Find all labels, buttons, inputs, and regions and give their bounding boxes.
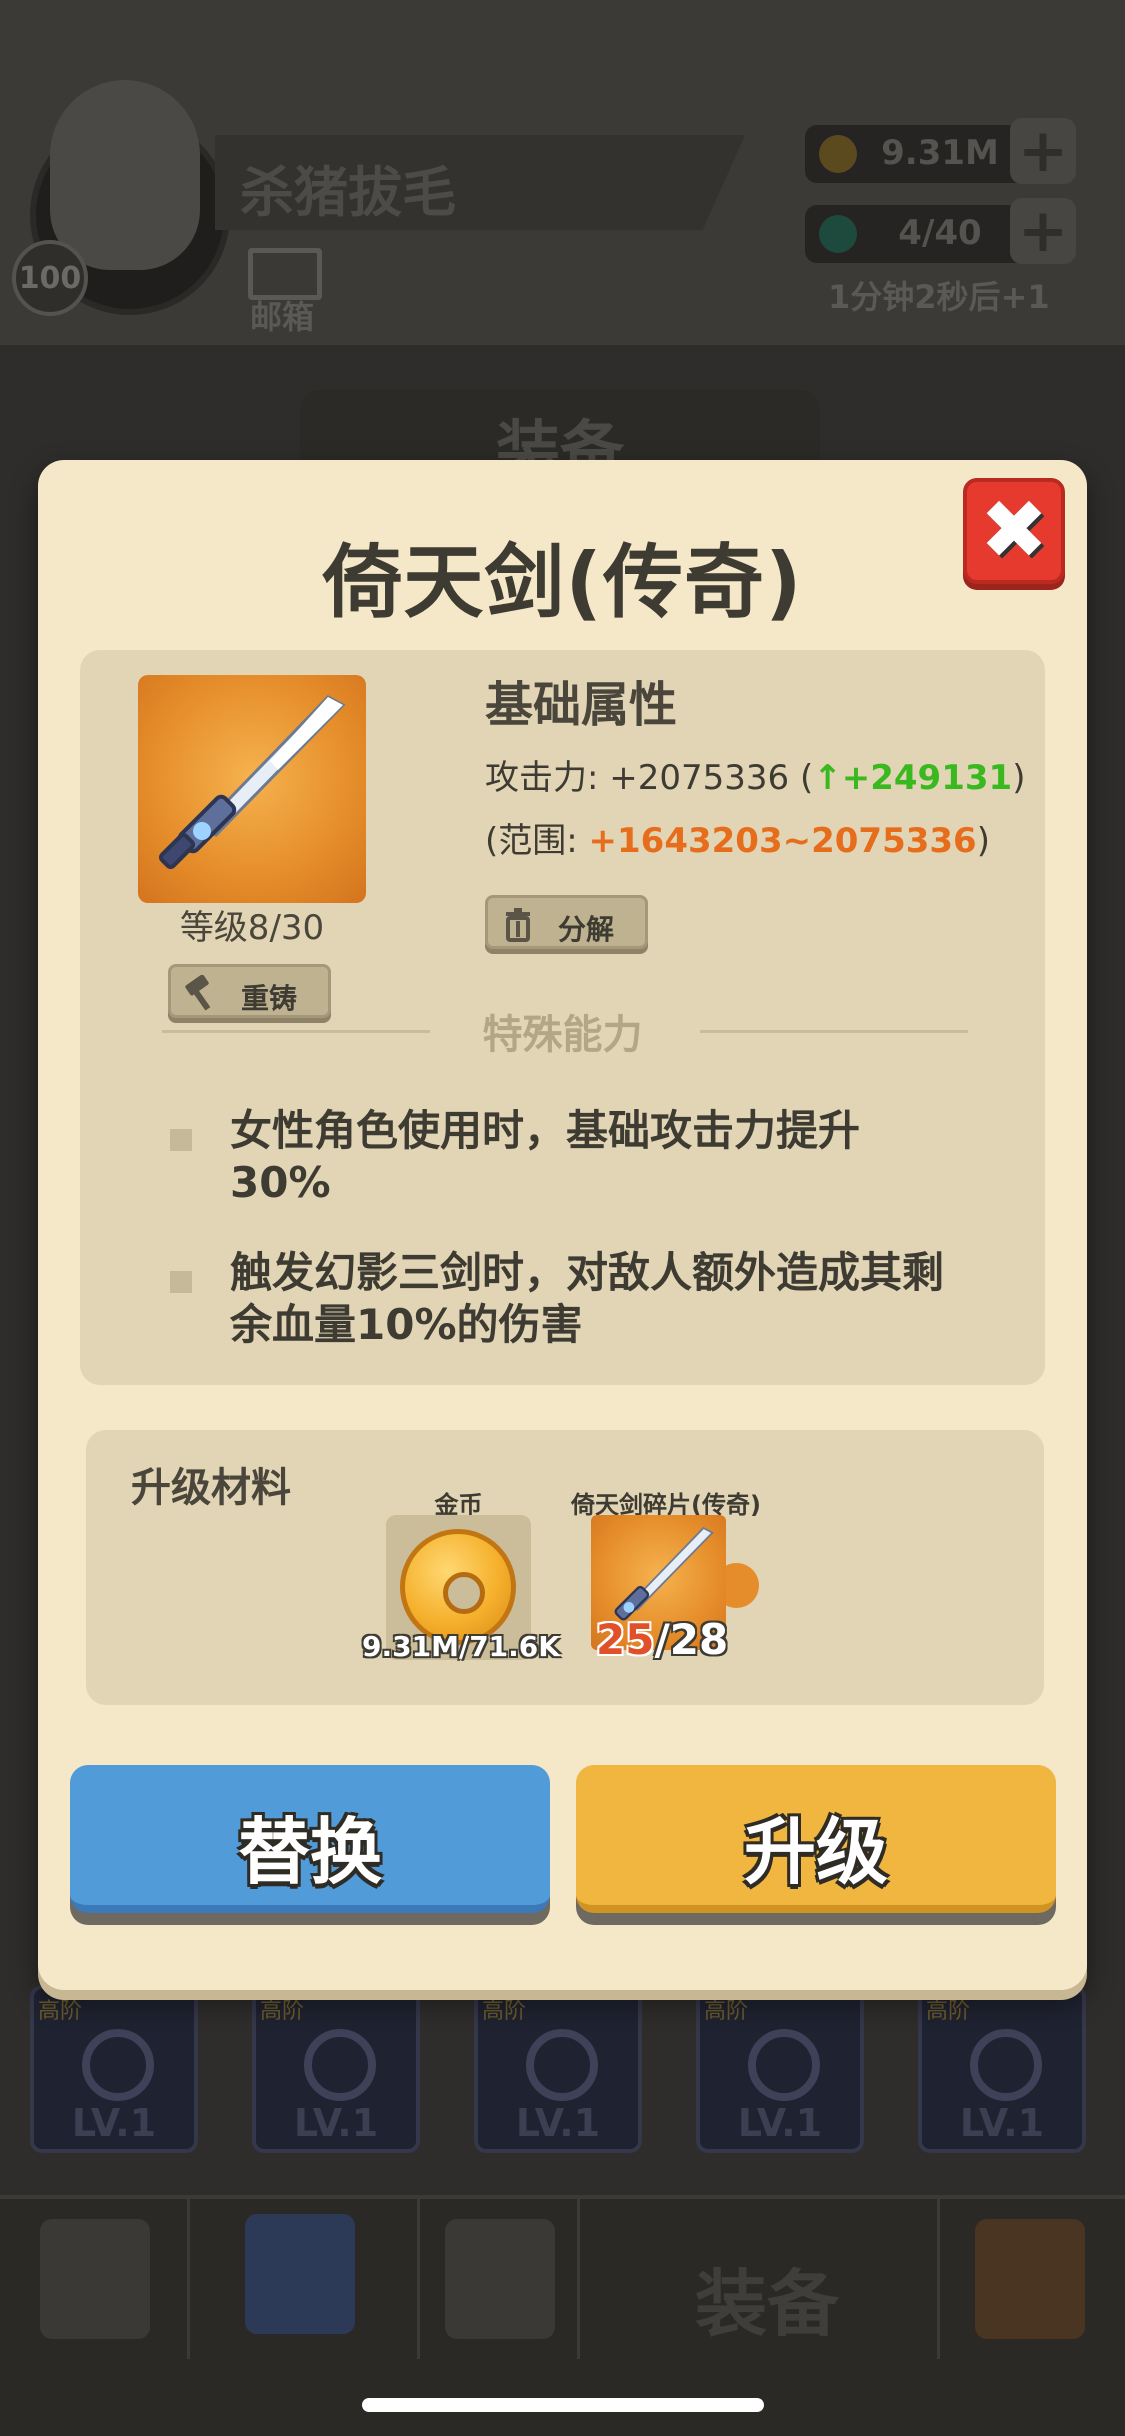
slot-tag: 高阶: [260, 1999, 305, 2024]
info-panel: 等级8/30 重铸 基础属性 攻击力: +2075336 (↑+249131) …: [80, 650, 1045, 1385]
crossed-swords-icon: [445, 2219, 555, 2339]
special-ability-heading: 特殊能力: [482, 1012, 643, 1058]
attack-increase: +249131: [841, 758, 1013, 798]
slot-tag: 高阶: [704, 1999, 749, 2024]
chest-icon: [975, 2219, 1085, 2339]
slot-level: LV.1: [293, 2101, 379, 2145]
slot-level: LV.1: [515, 2101, 601, 2145]
necklace-icon: [82, 2029, 154, 2101]
close-icon: ✖: [979, 483, 1049, 578]
sword-icon: [158, 695, 346, 870]
disassemble-button[interactable]: 分解: [485, 895, 648, 949]
player-level-badge: 100: [12, 240, 88, 316]
coin-count: 9.31M/71.6K: [362, 1630, 560, 1663]
amulet-icon: [970, 2029, 1042, 2101]
range-line: (范围: +1643203~2075336): [485, 813, 990, 862]
bullet-icon: [170, 1129, 192, 1151]
ring-icon: [748, 2029, 820, 2101]
ring-icon: [526, 2029, 598, 2101]
nav-tab-battle[interactable]: [420, 2199, 580, 2359]
range-prefix: (范围:: [485, 821, 589, 861]
up-arrow-icon: ↑: [813, 758, 842, 798]
nav-tab-cultivate[interactable]: [190, 2199, 420, 2359]
close-button[interactable]: ✖: [963, 478, 1065, 584]
trash-icon: [506, 908, 530, 942]
materials-panel: 升级材料 金币 9.31M/71.6K 倚天剑碎片(传奇) 25/28: [86, 1430, 1044, 1705]
nav-tab-task[interactable]: [0, 2199, 190, 2359]
avatar-face-icon: [50, 80, 200, 270]
item-level: 等级8/30: [179, 908, 325, 948]
bullet-icon: [170, 1271, 192, 1293]
equipment-slot[interactable]: 高阶 LV.1: [474, 1985, 642, 2153]
equipment-slot[interactable]: 高阶 LV.1: [252, 1985, 420, 2153]
gold-coin-icon: [400, 1529, 516, 1645]
equipment-slot[interactable]: 高阶 LV.1: [918, 1985, 1086, 2153]
attack-line: 攻击力: +2075336 (↑+249131): [485, 750, 1025, 799]
replace-button[interactable]: 替换: [70, 1765, 550, 1913]
add-stamina-button[interactable]: +: [1010, 198, 1076, 264]
disassemble-label: 分解: [558, 913, 615, 946]
stamina-bar: 4/40: [805, 205, 1045, 263]
home-indicator[interactable]: [362, 2398, 764, 2412]
slot-level: LV.1: [71, 2101, 157, 2145]
ability-text: 触发幻影三剑时，对敌人额外造成其剩余血量10%的伤害: [230, 1248, 945, 1349]
range-value: +1643203~2075336: [588, 821, 977, 861]
equipment-slots: 高阶 LV.1 高阶 LV.1 高阶 LV.1 高阶 LV.1 高阶 LV.1: [0, 1985, 1125, 2185]
range-suffix: ): [976, 821, 990, 861]
nav-tab-collect[interactable]: [940, 2199, 1125, 2359]
item-detail-modal: 倚天剑(传奇) ✖ 等级8/30 重铸 基础属性 攻击力: +2075336 (…: [38, 460, 1087, 1990]
shard-need: /28: [654, 1615, 729, 1664]
slot-tag: 高阶: [38, 1999, 83, 2024]
gold-coin-icon: [819, 135, 857, 173]
mail-label[interactable]: 邮箱: [250, 292, 314, 338]
slot-tag: 高阶: [482, 1999, 527, 2024]
necklace-icon: [304, 2029, 376, 2101]
materials-heading: 升级材料: [131, 1465, 291, 1511]
shard-count: 25/28: [596, 1615, 728, 1664]
upgrade-label: 升级: [743, 1810, 888, 1894]
slot-level: LV.1: [737, 2101, 823, 2145]
slot-level: LV.1: [959, 2101, 1045, 2145]
ability-text: 女性角色使用时，基础攻击力提升30%: [230, 1106, 861, 1207]
stamina-timer: 1分钟2秒后+1: [828, 278, 1050, 316]
gold-bar: 9.31M: [805, 125, 1045, 183]
shard-have: 25: [596, 1615, 655, 1664]
equipment-slot[interactable]: 高阶 LV.1: [30, 1985, 198, 2153]
stamina-value: 4/40: [898, 213, 982, 253]
stamina-gem-icon: [819, 215, 857, 253]
attack-suffix: ): [1012, 758, 1026, 798]
slot-tag: 高阶: [926, 1999, 971, 2024]
equipment-slot[interactable]: 高阶 LV.1: [696, 1985, 864, 2153]
upgrade-button[interactable]: 升级: [576, 1765, 1056, 1913]
player-name: 杀猪拔毛: [240, 161, 456, 224]
ability-item: 触发幻影三剑时，对敌人额外造成其剩余血量10%的伤害: [170, 1247, 980, 1357]
add-gold-button[interactable]: +: [1010, 118, 1076, 184]
book-icon: [245, 2214, 355, 2334]
attribute-heading: 基础属性: [485, 677, 678, 733]
modal-title: 倚天剑(传奇): [322, 536, 803, 629]
item-thumbnail: [138, 675, 366, 903]
scroll-icon: [40, 2219, 150, 2339]
replace-label: 替换: [237, 1810, 382, 1894]
ability-item: 女性角色使用时，基础攻击力提升30%: [170, 1105, 980, 1215]
attack-value: 攻击力: +2075336 (: [485, 758, 814, 798]
gold-value: 9.31M: [881, 133, 999, 173]
nav-active-label: 装备: [695, 2262, 840, 2346]
